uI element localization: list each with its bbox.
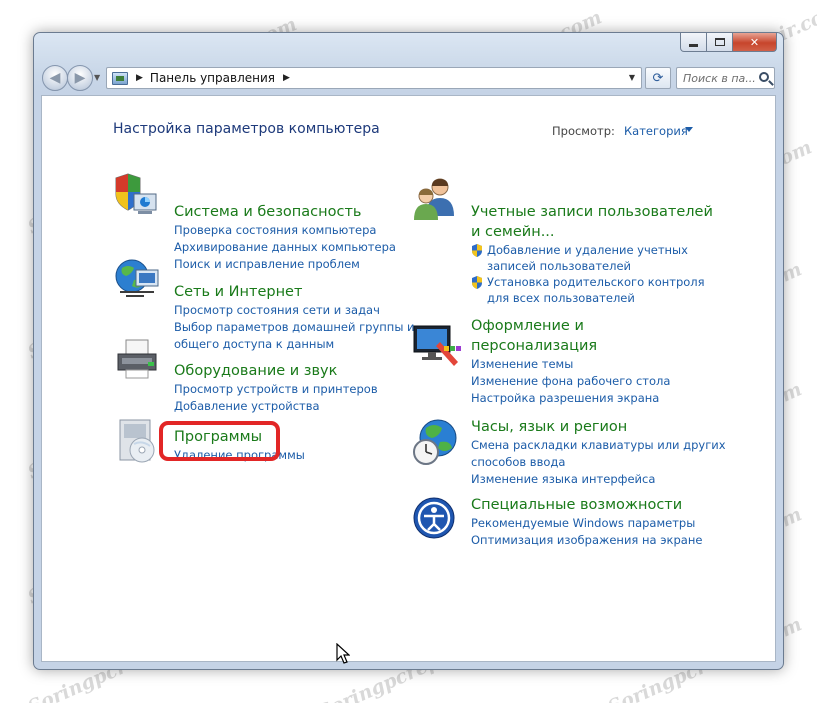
maximize-icon — [714, 38, 725, 46]
category-title-user-accounts[interactable]: Учетные записи пользователей — [471, 202, 713, 222]
maximize-button[interactable] — [707, 33, 733, 52]
address-history-dropdown-icon[interactable]: ▼ — [629, 73, 635, 82]
minimize-icon — [689, 43, 698, 47]
category-title-network-internet[interactable]: Сеть и Интернет — [174, 282, 415, 302]
programs-disc-icon — [119, 419, 155, 463]
link-sharing-options[interactable]: общего доступа к данным — [174, 336, 415, 353]
search-input[interactable] — [683, 71, 759, 85]
category-network-internet: Сеть и Интернет Просмотр состояния сети … — [174, 282, 415, 353]
refresh-button[interactable]: ⟳ — [645, 67, 671, 89]
control-panel-window: ✕ ◀ ▶ ▼ ▶ Панель управления ▶ ▼ ⟳ Настро… — [33, 32, 784, 670]
category-user-accounts: Учетные записи пользователей и семейн...… — [471, 202, 713, 306]
control-panel-content: Настройка параметров компьютера Просмотр… — [41, 95, 776, 662]
link-windows-suggest-settings[interactable]: Рекомендуемые Windows параметры — [471, 515, 702, 532]
breadcrumb-arrow-icon[interactable]: ▶ — [283, 73, 290, 83]
shield-computer-icon — [115, 173, 157, 214]
link-add-remove-accounts-line1[interactable]: Добавление и удаление учетных — [487, 242, 688, 258]
link-change-display-language[interactable]: Изменение языка интерфейса — [471, 471, 726, 488]
control-panel-icon — [112, 71, 128, 85]
link-view-devices-printers[interactable]: Просмотр устройств и принтеров — [174, 381, 378, 398]
uac-shield-icon — [472, 244, 482, 257]
category-clock-language-region: Часы, язык и регион Смена раскладки клав… — [471, 417, 726, 488]
category-system-security: Система и безопасность Проверка состояни… — [174, 202, 396, 273]
link-check-computer-status[interactable]: Проверка состояния компьютера — [174, 222, 396, 239]
breadcrumb-control-panel[interactable]: Панель управления — [150, 71, 275, 85]
mouse-cursor-icon — [336, 643, 350, 664]
clock-globe-icon — [413, 419, 457, 465]
personalization-monitor-icon — [413, 325, 461, 366]
link-add-remove-accounts[interactable]: Добавление и удаление учетных записей по… — [471, 242, 713, 274]
link-parental-controls[interactable]: Установка родительского контроля для все… — [471, 274, 713, 306]
window-controls: ✕ — [680, 33, 777, 52]
category-title-hardware-sound[interactable]: Оборудование и звук — [174, 361, 378, 381]
view-by-dropdown[interactable]: Категория — [624, 124, 688, 138]
link-change-keyboard-cont[interactable]: способов ввода — [471, 454, 726, 471]
uac-shield-icon — [472, 276, 482, 289]
programs-highlight-frame — [159, 421, 280, 461]
search-icon[interactable] — [759, 72, 769, 82]
recent-pages-dropdown[interactable]: ▼ — [94, 73, 100, 82]
minimize-button[interactable] — [680, 33, 707, 52]
link-change-keyboard[interactable]: Смена раскладки клавиатуры или других — [471, 437, 726, 454]
chevron-down-icon[interactable] — [685, 127, 693, 132]
link-change-theme[interactable]: Изменение темы — [471, 356, 670, 373]
close-button[interactable]: ✕ — [733, 33, 777, 52]
category-appearance-personalization: Оформление и персонализация Изменение те… — [471, 316, 670, 407]
category-title-user-accounts[interactable]: и семейн... — [471, 222, 713, 242]
accessibility-icon — [413, 497, 455, 539]
link-add-device[interactable]: Добавление устройства — [174, 398, 378, 415]
category-title-clock-language-region[interactable]: Часы, язык и регион — [471, 417, 726, 437]
users-icon — [414, 178, 454, 220]
category-title-appearance[interactable]: персонализация — [471, 336, 670, 356]
link-view-network-status[interactable]: Просмотр состояния сети и задач — [174, 302, 415, 319]
link-parental-controls-line1[interactable]: Установка родительского контроля — [487, 274, 705, 290]
forward-arrow-icon: ▶ — [74, 70, 86, 86]
screenshot-stage: Soringpcrepair.com Soringpcrepair.com So… — [0, 0, 817, 703]
link-add-remove-accounts-line2[interactable]: записей пользователей — [487, 258, 688, 274]
link-backup-computer[interactable]: Архивирование данных компьютера — [174, 239, 396, 256]
printer-icon — [117, 339, 157, 379]
category-title-system-security[interactable]: Система и безопасность — [174, 202, 396, 222]
search-box[interactable] — [676, 67, 775, 89]
link-homegroup-options[interactable]: Выбор параметров домашней группы и — [174, 319, 415, 336]
network-globe-icon — [115, 259, 159, 297]
link-change-desktop-background[interactable]: Изменение фона рабочего стола — [471, 373, 670, 390]
refresh-icon: ⟳ — [652, 70, 664, 86]
back-arrow-icon: ◀ — [49, 70, 61, 86]
page-title: Настройка параметров компьютера — [113, 121, 380, 137]
category-ease-of-access: Специальные возможности Рекомендуемые Wi… — [471, 495, 702, 549]
address-bar[interactable]: ▶ Панель управления ▶ ▼ — [106, 67, 642, 89]
link-find-fix-problems[interactable]: Поиск и исправление проблем — [174, 256, 396, 273]
breadcrumb-arrow-icon[interactable]: ▶ — [136, 73, 143, 83]
back-button[interactable]: ◀ — [42, 65, 68, 91]
navigation-bar: ◀ ▶ ▼ ▶ Панель управления ▶ ▼ ⟳ — [42, 65, 775, 91]
view-by-label: Просмотр: — [552, 124, 615, 138]
category-title-appearance[interactable]: Оформление и — [471, 316, 670, 336]
link-adjust-screen-resolution[interactable]: Настройка разрешения экрана — [471, 390, 670, 407]
forward-button[interactable]: ▶ — [67, 65, 93, 91]
link-parental-controls-line2[interactable]: для всех пользователей — [487, 290, 705, 306]
category-hardware-sound: Оборудование и звук Просмотр устройств и… — [174, 361, 378, 415]
link-optimize-visual-display[interactable]: Оптимизация изображения на экране — [471, 532, 702, 549]
category-title-ease-of-access[interactable]: Специальные возможности — [471, 495, 702, 515]
